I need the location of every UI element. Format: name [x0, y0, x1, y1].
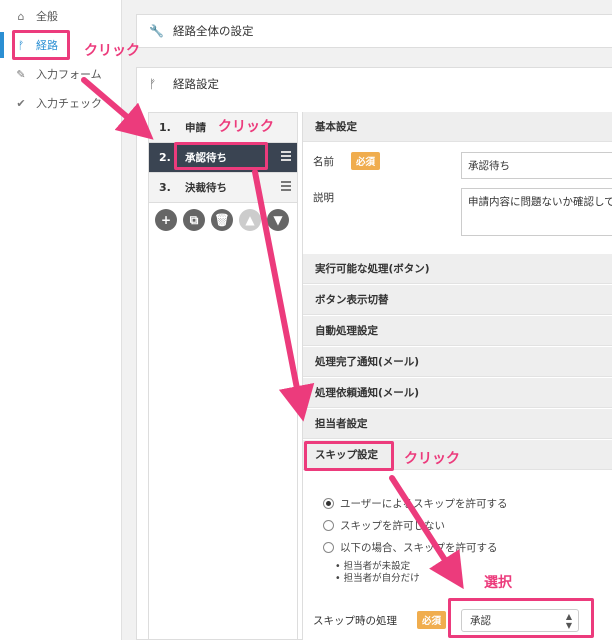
pencil-icon: ✎ — [16, 67, 26, 81]
panel-title: 経路設定 — [173, 77, 219, 91]
description-label: 説明 — [313, 192, 334, 204]
annotation-click: クリック — [218, 119, 274, 135]
sidebar-item-input-form[interactable]: ✎ 入力フォーム — [0, 60, 122, 88]
condition-bullet: • 担当者が自分だけ — [335, 573, 420, 584]
highlight-select — [448, 598, 594, 638]
radio-selected[interactable] — [323, 498, 334, 509]
sidebar-item-label: 入力フォーム — [36, 68, 102, 81]
sidebar: ⌂ 全般 ᚠ 経路 ✎ 入力フォーム ✔ 入力チェック — [0, 0, 122, 640]
route-step-3[interactable]: 3. 決裁待ち — [149, 173, 297, 203]
sidebar-item-label: 入力チェック — [36, 97, 102, 110]
panel-title: 経路全体の設定 — [173, 24, 254, 38]
name-label: 名前 — [313, 156, 334, 168]
route-icon: ᚠ — [149, 77, 157, 91]
section-executable-actions[interactable]: 実行可能な処理(ボタン) — [303, 254, 612, 284]
sidebar-item-label: 全般 — [36, 10, 58, 23]
step-label: 決裁待ち — [185, 182, 227, 194]
step-controls: + ⧉ 🗑 ▲ ▼ — [155, 209, 289, 231]
highlight-step — [174, 142, 268, 170]
move-up-button[interactable]: ▲ — [239, 209, 261, 231]
step-number: 3. — [159, 181, 171, 194]
section-request-mail[interactable]: 処理依頼通知(メール) — [303, 378, 612, 408]
skip-option-conditional[interactable]: 以下の場合、スキップを許可する — [323, 540, 498, 555]
sidebar-item-general[interactable]: ⌂ 全般 — [0, 2, 122, 30]
copy-step-button[interactable]: ⧉ — [183, 209, 205, 231]
drag-handle-icon[interactable] — [281, 181, 291, 193]
check-icon: ✔ — [16, 96, 26, 110]
global-settings-panel[interactable]: 🔧 経路全体の設定 — [136, 14, 612, 48]
wrench-icon: 🔧 — [149, 24, 164, 38]
section-assignee[interactable]: 担当者設定 — [303, 409, 612, 439]
required-badge: 必須 — [351, 152, 381, 170]
name-input[interactable]: 承認待ち — [461, 152, 612, 179]
route-step-list: 1. 申請 2. 承認待ち 3. 決裁待ち + ⧉ 🗑 ▲ ▼ — [148, 112, 298, 640]
annotation-select: 選択 — [484, 575, 512, 591]
step-number: 1. — [159, 121, 171, 134]
step-settings: 基本設定 名前 必須 承認待ち 説明 申請内容に問題ないか確認して、 実行可能な… — [302, 112, 612, 640]
skip-option-deny[interactable]: スキップを許可しない — [323, 518, 445, 533]
radio[interactable] — [323, 520, 334, 531]
annotation-click: クリック — [84, 43, 140, 59]
add-step-button[interactable]: + — [155, 209, 177, 231]
annotation-click: クリック — [404, 451, 460, 467]
sidebar-item-input-check[interactable]: ✔ 入力チェック — [0, 89, 122, 117]
section-auto-process[interactable]: 自動処理設定 — [303, 316, 612, 346]
highlight-skip — [304, 441, 394, 471]
home-icon: ⌂ — [17, 9, 25, 23]
required-badge: 必須 — [417, 611, 447, 629]
section-completion-mail[interactable]: 処理完了通知(メール) — [303, 347, 612, 377]
radio[interactable] — [323, 542, 334, 553]
skip-process-label: スキップ時の処理 — [313, 615, 397, 627]
description-textarea[interactable]: 申請内容に問題ないか確認して、 — [461, 188, 612, 236]
move-down-button[interactable]: ▼ — [267, 209, 289, 231]
basic-settings-header[interactable]: 基本設定 — [303, 112, 612, 142]
step-label: 申請 — [185, 122, 206, 134]
skip-option-user[interactable]: ユーザーによるスキップを許可する — [323, 496, 507, 511]
section-button-toggle[interactable]: ボタン表示切替 — [303, 285, 612, 315]
drag-handle-icon[interactable] — [281, 151, 291, 163]
highlight-route — [12, 30, 70, 60]
delete-step-button[interactable]: 🗑 — [211, 209, 233, 231]
